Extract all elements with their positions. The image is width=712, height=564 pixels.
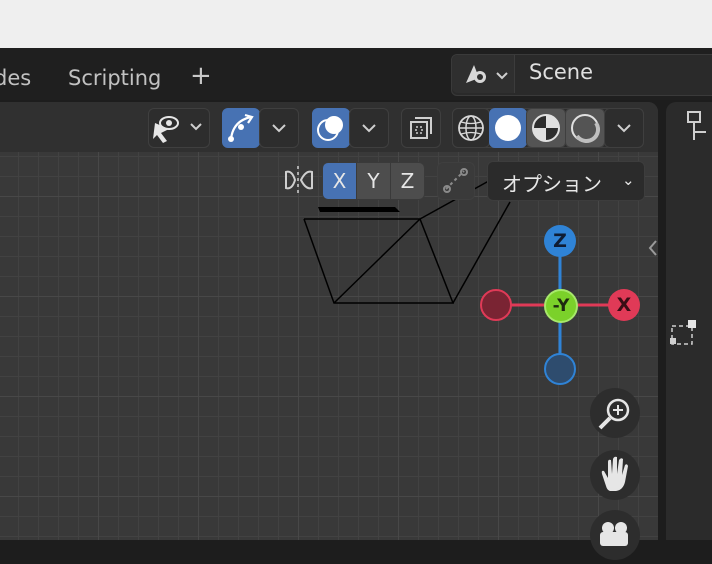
options-label: オプション <box>502 172 602 196</box>
snap-toggle[interactable] <box>437 162 475 200</box>
scene-icon <box>466 65 508 83</box>
gizmo-neg-z[interactable] <box>544 353 576 385</box>
eye-pointer-icon <box>153 116 202 143</box>
axis-z-toggle[interactable]: Z <box>390 162 425 200</box>
gizmo-x-axis[interactable]: X <box>608 289 640 321</box>
shading-dropdown[interactable] <box>604 108 644 148</box>
camera-view-button[interactable] <box>590 510 640 560</box>
camera-triangle <box>318 207 400 212</box>
add-workspace-button[interactable]: + <box>190 63 212 89</box>
overlays-icon <box>317 116 343 141</box>
shading-material-button[interactable] <box>526 108 566 148</box>
window-top-strip <box>0 0 712 48</box>
overlays-dropdown[interactable] <box>349 108 389 148</box>
tab-nodes[interactable]: des <box>0 66 31 90</box>
zoom-magnifier-icon <box>598 398 630 430</box>
pan-button[interactable] <box>590 450 640 500</box>
tab-scripting[interactable]: Scripting <box>68 66 161 90</box>
scene-name: Scene <box>529 60 594 84</box>
show-overlays-toggle[interactable] <box>312 108 350 148</box>
hand-icon <box>601 456 628 491</box>
mirror-icon <box>285 166 313 194</box>
chevron-down-icon: ⌄ <box>622 171 635 189</box>
chevron-down-icon <box>617 124 631 133</box>
options-dropdown[interactable]: オプション ⌄ <box>487 161 645 201</box>
snap-icon <box>443 168 468 193</box>
xray-toggle[interactable] <box>401 108 441 148</box>
gizmo-z-axis[interactable]: Z <box>544 225 576 257</box>
xray-icon <box>410 117 432 139</box>
shading-rendered-button[interactable] <box>565 108 605 148</box>
camera-icon <box>600 522 628 546</box>
shading-solid-button[interactable] <box>489 108 527 148</box>
wireframe-sphere-icon <box>458 115 484 141</box>
outliner-panel[interactable] <box>666 102 712 540</box>
shading-wireframe-button[interactable] <box>452 108 490 148</box>
collapse-sidebar-icon[interactable] <box>648 238 658 258</box>
solid-sphere-icon <box>495 115 521 141</box>
area-separator[interactable] <box>658 102 666 540</box>
material-sphere-icon <box>532 114 560 142</box>
gizmo-dropdown[interactable] <box>259 108 299 148</box>
outliner-tree-icon[interactable] <box>687 111 706 140</box>
axis-x-toggle[interactable]: X <box>322 162 357 200</box>
gizmo-neg-y-axis[interactable]: -Y <box>544 289 578 323</box>
gizmo-neg-x[interactable] <box>480 289 512 321</box>
gizmo-icon <box>228 113 254 142</box>
zoom-button[interactable] <box>590 388 640 438</box>
rendered-sphere-icon <box>571 114 600 143</box>
show-gizmo-toggle[interactable] <box>222 108 260 148</box>
visibility-selectability-button[interactable] <box>148 108 210 148</box>
chevron-down-icon <box>272 124 286 133</box>
object-data-icon[interactable] <box>670 320 696 345</box>
axis-y-toggle[interactable]: Y <box>356 162 391 200</box>
scene-browse-button[interactable] <box>452 55 515 93</box>
chevron-down-icon <box>362 124 376 133</box>
